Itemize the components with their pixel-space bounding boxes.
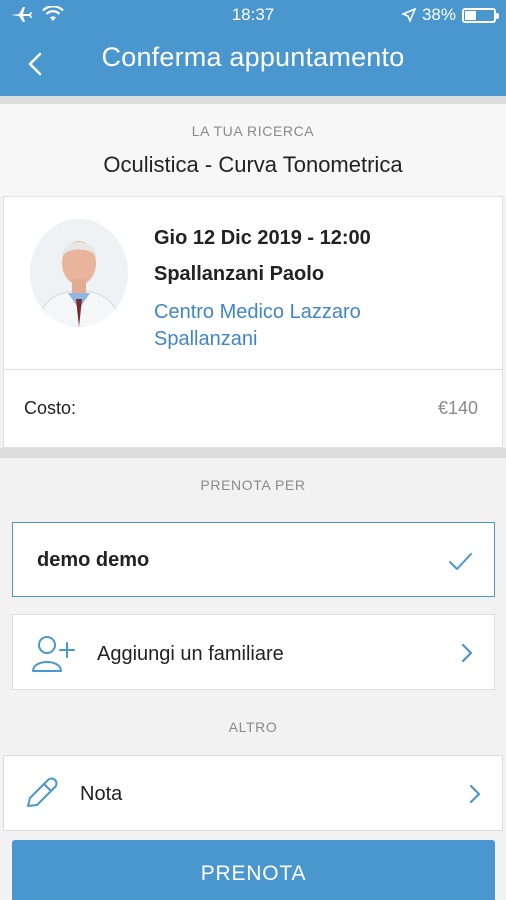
search-value: Oculistica - Curva Tonometrica xyxy=(103,152,403,177)
checkmark-icon xyxy=(449,553,472,570)
clinic-link[interactable]: Centro Medico Lazzaro Spallanzani xyxy=(154,299,454,353)
patient-option-selected[interactable]: demo demo xyxy=(12,522,495,597)
battery-icon xyxy=(462,7,499,23)
book-button[interactable]: PRENOTA xyxy=(12,840,495,900)
note-button[interactable]: Nota xyxy=(3,755,503,831)
patient-name: demo demo xyxy=(37,549,150,571)
book-for-label: PRENOTA PER xyxy=(200,477,306,493)
battery-percent: 38% xyxy=(421,5,456,24)
top-bar: 18:37 38% Conferma appuntamento xyxy=(0,0,506,96)
search-label: LA TUA RICERCA xyxy=(191,123,315,139)
search-summary xyxy=(0,104,506,196)
cost-value: €140 xyxy=(437,398,478,418)
divider xyxy=(0,448,506,458)
status-bar: 18:37 38% xyxy=(0,0,506,30)
cost-row: Costo: €140 xyxy=(3,370,503,448)
page-title: Conferma appuntamento xyxy=(101,42,405,72)
add-user-icon xyxy=(32,636,75,672)
chevron-right-icon xyxy=(461,643,473,663)
note-label: Nota xyxy=(80,783,123,805)
other-label: ALTRO xyxy=(228,719,278,735)
appointment-datetime: Gio 12 Dic 2019 - 12:00 xyxy=(154,227,371,249)
battery-fill xyxy=(465,10,477,20)
add-family-member-button[interactable]: Aggiungi un familiare xyxy=(12,614,495,690)
appointment-card: Gio 12 Dic 2019 - 12:00 Spallanzani Paol… xyxy=(3,196,503,370)
pencil-icon xyxy=(27,777,58,807)
chevron-right-icon xyxy=(469,784,481,804)
cost-label: Costo: xyxy=(24,398,77,418)
doctor-name: Spallanzani Paolo xyxy=(154,263,325,285)
location-icon xyxy=(401,8,416,22)
add-family-label: Aggiungi un familiare xyxy=(97,643,284,665)
divider xyxy=(0,96,506,104)
doctor-avatar xyxy=(30,219,128,327)
